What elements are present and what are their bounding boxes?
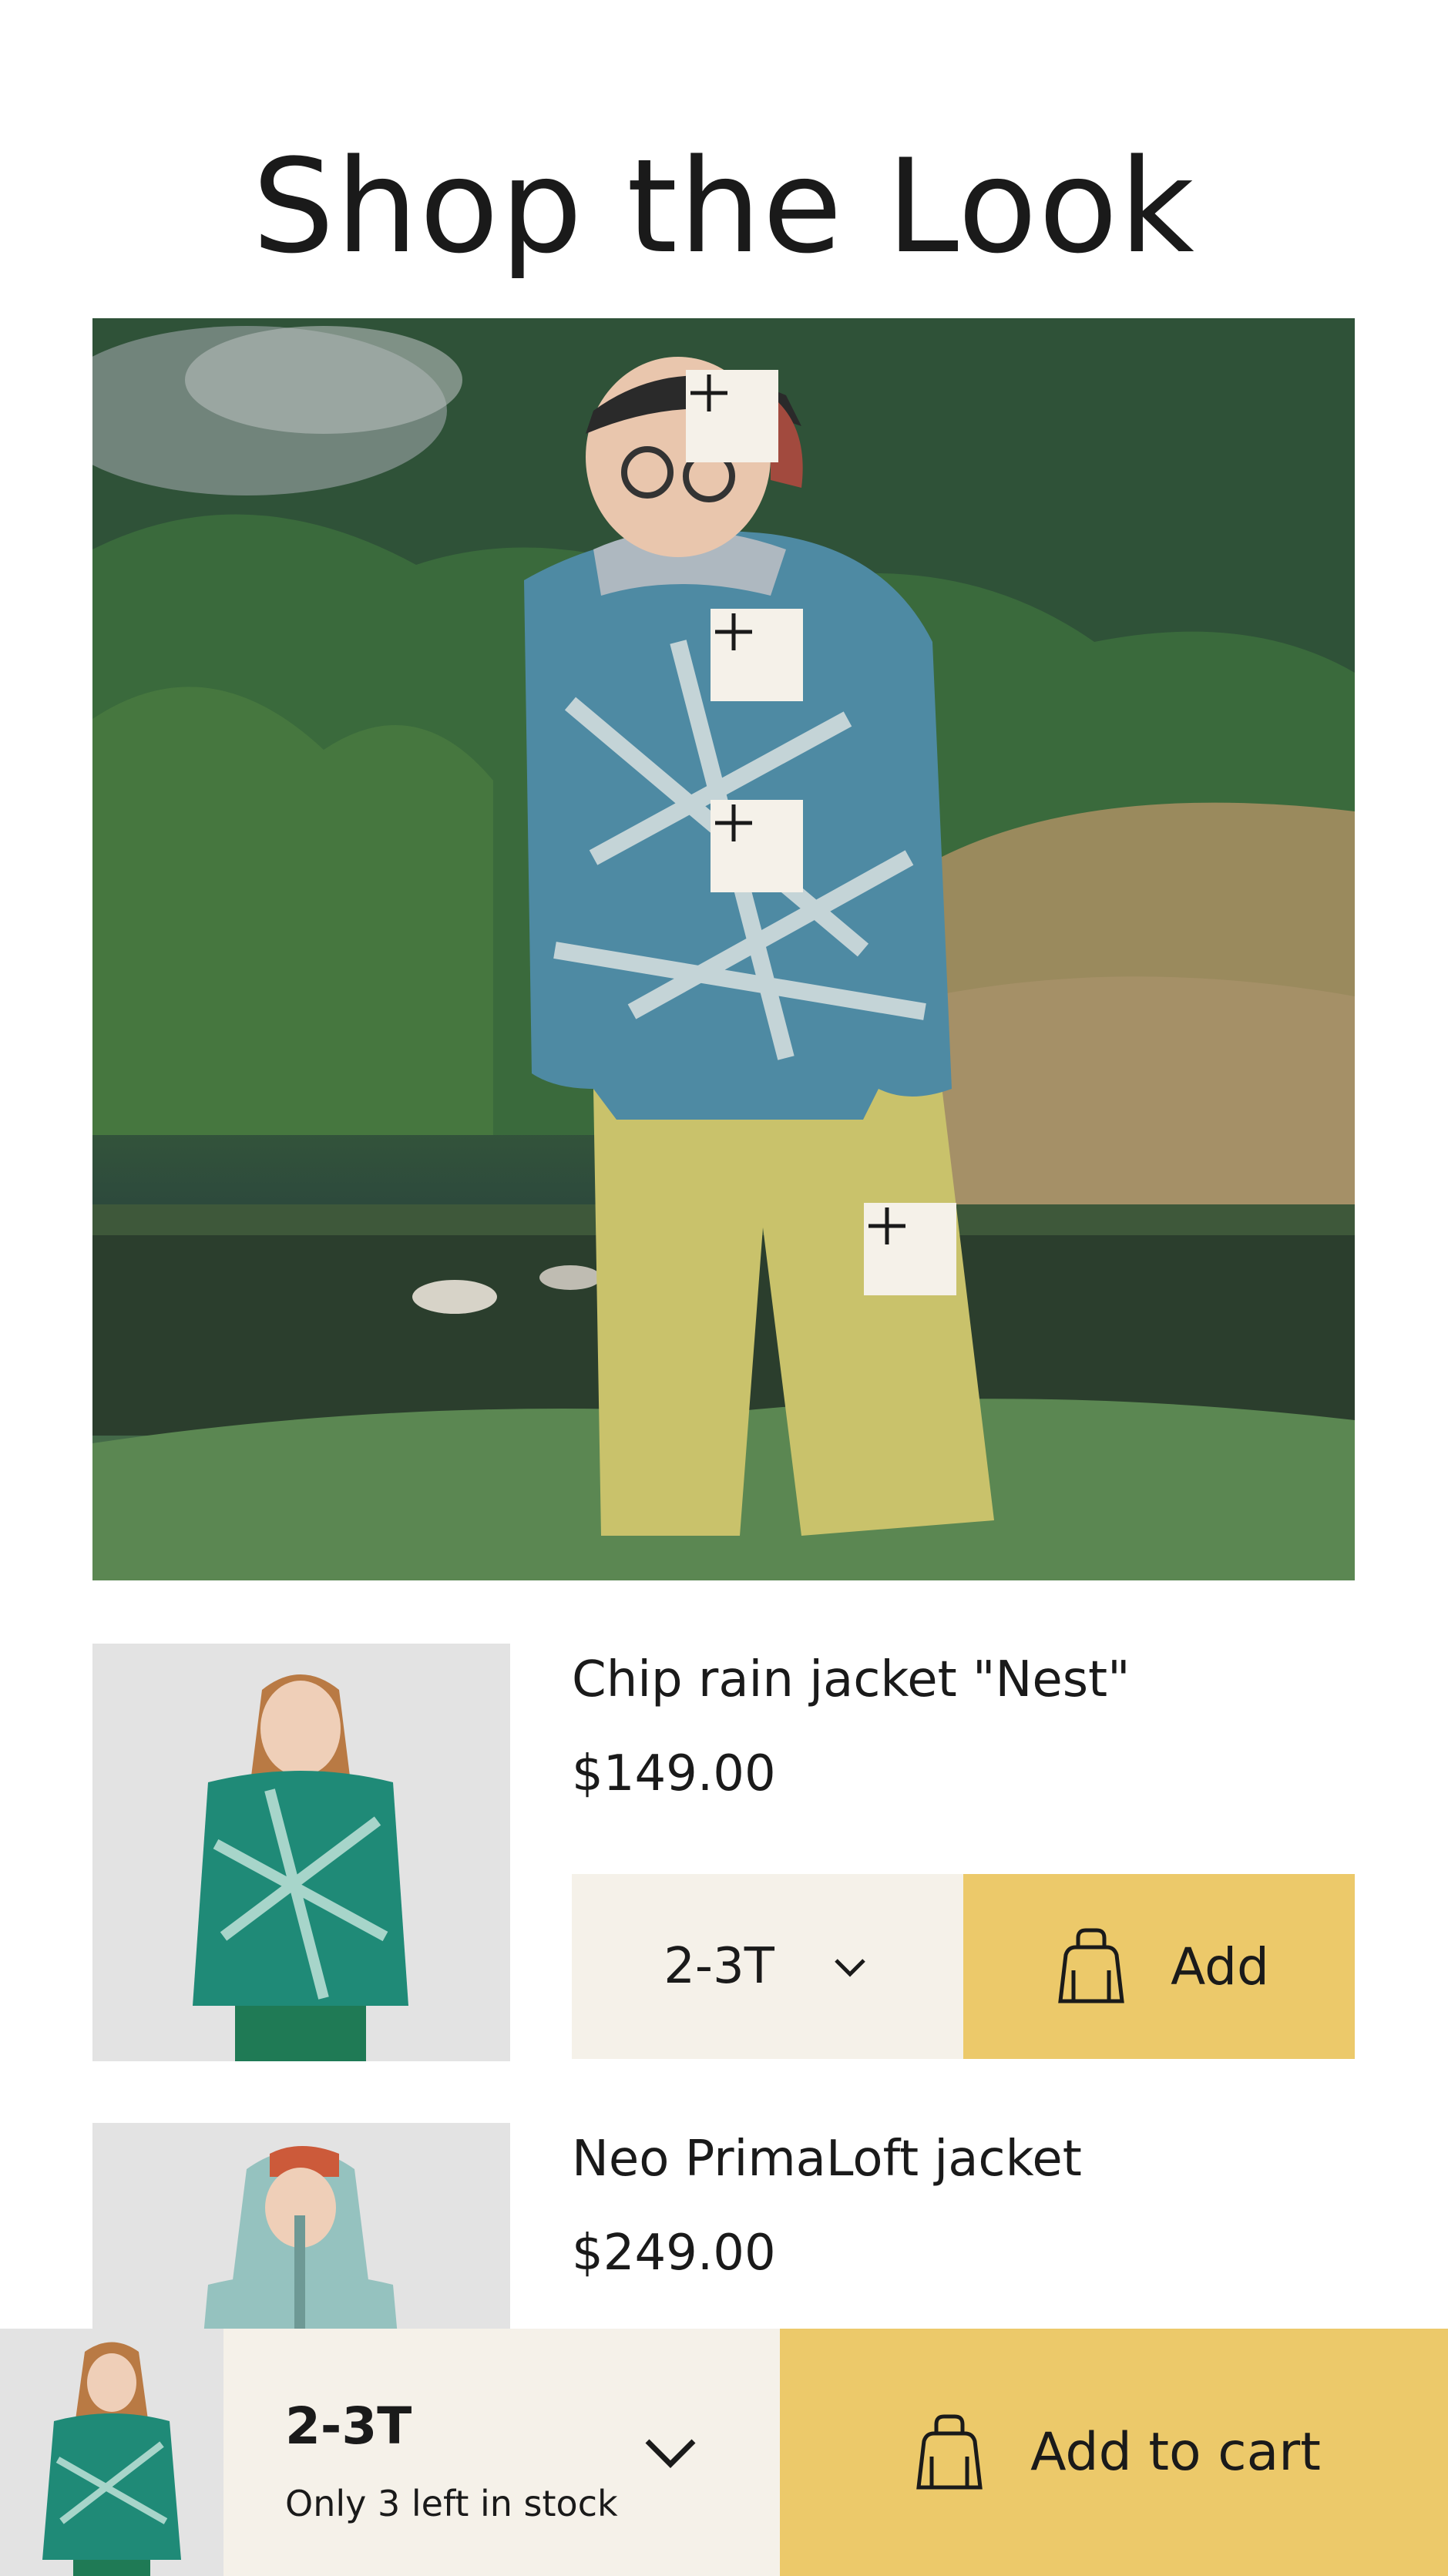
selected-product-thumbnail: [0, 2329, 223, 2576]
product-price: $249.00: [572, 2225, 776, 2282]
add-to-cart-label: Add to cart: [1030, 2422, 1321, 2483]
hotspot-fleece[interactable]: [711, 609, 803, 701]
product-price: $149.00: [572, 1745, 776, 1802]
plus-icon: [715, 804, 752, 841]
chevron-down-icon: [645, 2439, 696, 2468]
add-button-label: Add: [1171, 1936, 1269, 1997]
product-photo-rain-jacket: [0, 2329, 223, 2576]
page-title: Shop the Look: [252, 130, 1196, 282]
sticky-size-value: 2-3T: [285, 2396, 412, 2456]
product-photo-rain-jacket: [92, 1644, 510, 2061]
hotspot-pants[interactable]: [864, 1203, 956, 1295]
sticky-size-select[interactable]: 2-3T Only 3 left in stock: [223, 2329, 780, 2576]
add-button[interactable]: Add: [963, 1874, 1355, 2059]
hotspot-cap[interactable]: [686, 370, 778, 462]
product-name[interactable]: Neo PrimaLoft jacket: [572, 2128, 1082, 2190]
product-name[interactable]: Chip rain jacket "Nest": [572, 1649, 1131, 1711]
kid-outdoor-photo: [92, 318, 1355, 1580]
plus-icon: [690, 374, 727, 411]
shopping-bag-icon: [1058, 1928, 1124, 2003]
plus-icon: [868, 1207, 905, 1244]
plus-icon: [715, 613, 752, 650]
chevron-down-icon: [835, 1959, 865, 1977]
look-photo: [92, 318, 1355, 1580]
stock-note: Only 3 left in stock: [285, 2483, 618, 2524]
shopping-bag-icon: [916, 2414, 983, 2489]
product-image[interactable]: [92, 1644, 510, 2061]
add-to-cart-button[interactable]: Add to cart: [780, 2329, 1448, 2576]
size-select[interactable]: 2-3T: [572, 1874, 963, 2059]
sticky-add-to-cart-bar: 2-3T Only 3 left in stock Add to cart: [0, 2329, 1448, 2576]
size-value: 2-3T: [664, 1938, 774, 1995]
hotspot-jacket[interactable]: [711, 800, 803, 892]
